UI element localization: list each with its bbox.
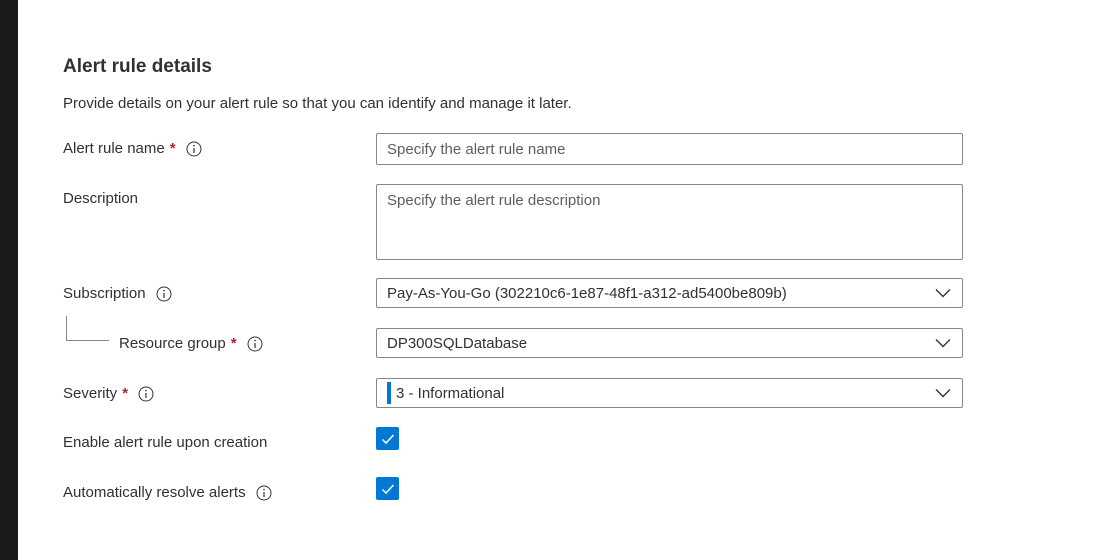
section-description: Provide details on your alert rule so th… [63,95,572,112]
severity-value: 3 - Informational [396,384,505,402]
resource-group-value: DP300SQLDatabase [387,334,528,352]
info-icon[interactable] [186,141,202,157]
chevron-down-icon [935,389,951,398]
severity-color-indicator [387,382,391,404]
subscription-label-text: Subscription [63,285,146,302]
enable-on-creation-label: Enable alert rule upon creation [63,434,267,451]
resource-group-dropdown[interactable]: DP300SQLDatabase [376,328,963,358]
info-icon[interactable] [247,336,263,352]
left-rail [0,0,18,560]
auto-resolve-checkbox[interactable] [376,477,399,500]
required-marker: * [230,335,237,352]
alert-rule-name-label-text: Alert rule name [63,140,165,157]
info-icon[interactable] [256,485,272,501]
tree-connector [66,316,109,341]
auto-resolve-label-text: Automatically resolve alerts [63,484,246,501]
alert-rule-name-label: Alert rule name * [63,140,202,157]
description-field[interactable] [376,184,963,260]
subscription-label: Subscription [63,285,172,302]
resource-group-label: Resource group * [119,335,263,352]
description-label-text: Description [63,190,139,207]
info-icon[interactable] [156,286,172,302]
description-textarea[interactable] [377,185,962,259]
enable-on-creation-checkbox[interactable] [376,427,399,450]
description-label: Description [63,190,138,207]
checkmark-icon [381,433,394,444]
subscription-value: Pay-As-You-Go (302210c6-1e87-48f1-a312-a… [387,284,787,302]
alert-rule-name-input[interactable] [377,134,962,164]
chevron-down-icon [935,339,951,348]
alert-rule-name-field[interactable] [376,133,963,165]
info-icon[interactable] [138,386,154,402]
subscription-dropdown[interactable]: Pay-As-You-Go (302210c6-1e87-48f1-a312-a… [376,278,963,308]
severity-label: Severity * [63,385,154,402]
severity-dropdown[interactable]: 3 - Informational [376,378,963,408]
auto-resolve-label: Automatically resolve alerts [63,484,272,501]
severity-label-text: Severity [63,385,118,402]
section-title: Alert rule details [63,56,212,77]
enable-on-creation-label-text: Enable alert rule upon creation [63,434,268,451]
checkmark-icon [381,483,394,494]
required-marker: * [169,140,176,157]
required-marker: * [122,385,129,402]
chevron-down-icon [935,289,951,298]
resource-group-label-text: Resource group [119,335,226,352]
